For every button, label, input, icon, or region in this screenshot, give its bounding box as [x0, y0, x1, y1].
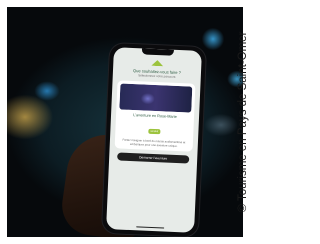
tour-card-image — [119, 83, 193, 113]
phone-screen: Que souhaitez-vous faire ? Sélectionnez … — [106, 47, 202, 233]
home-indicator — [136, 225, 165, 229]
smartphone: Que souhaitez-vous faire ? Sélectionnez … — [101, 42, 207, 237]
price-badge: Gratuit — [148, 128, 161, 135]
tour-card[interactable]: L'aventure en Rose-Marie Gratuit Partez … — [114, 80, 196, 152]
start-adventure-button[interactable]: Démarrer l'aventure — [117, 152, 190, 164]
tour-card-description: Partez naviguer à bord du marais audioma… — [122, 137, 186, 149]
app-logo-icon — [151, 60, 163, 67]
photo: Que souhaitez-vous faire ? Sélectionnez … — [7, 7, 243, 237]
photo-credit-text: © Tourisme en Pays de Saint-Omer — [237, 31, 249, 213]
